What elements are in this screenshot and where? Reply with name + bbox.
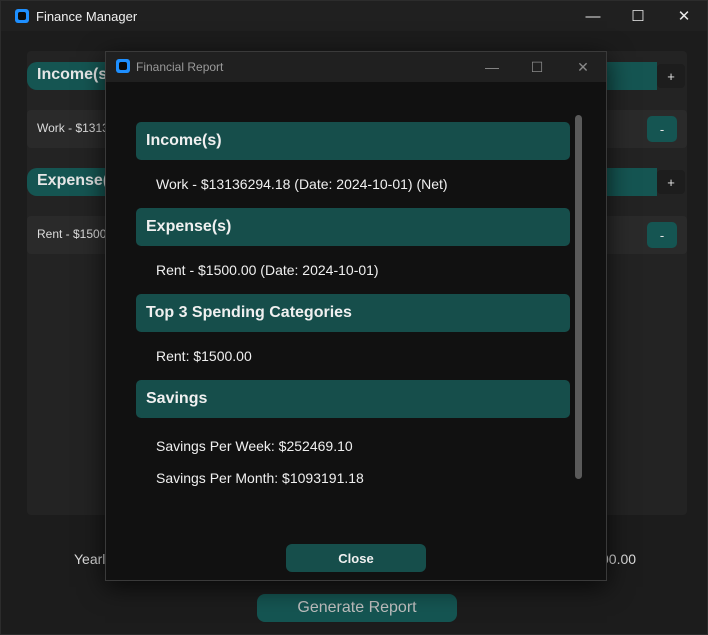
maximize-button[interactable]: ☐: [618, 1, 658, 31]
report-income-line: Work - $13136294.18 (Date: 2024-10-01) (…: [156, 176, 448, 192]
report-close-button[interactable]: ✕: [563, 52, 603, 82]
report-window-title: Financial Report: [136, 60, 224, 74]
report-income-title: Income(s): [146, 132, 222, 149]
report-top-spending-title: Top 3 Spending Categories: [146, 304, 352, 321]
report-close-action-button[interactable]: Close: [286, 544, 426, 572]
report-top-spending-header: Top 3 Spending Categories: [136, 294, 570, 332]
minimize-button[interactable]: —: [573, 1, 613, 31]
report-scrollbar[interactable]: [575, 115, 583, 479]
report-savings-header: Savings: [136, 380, 570, 418]
report-savings-month-line: Savings Per Month: $1093191.18: [156, 470, 364, 486]
report-savings-title: Savings: [146, 390, 208, 407]
report-app-icon: [116, 59, 130, 73]
report-maximize-button[interactable]: ☐: [517, 52, 557, 82]
expense-section-title: Expense(: [37, 172, 109, 189]
report-expense-header: Expense(s): [136, 208, 570, 246]
report-savings-week-line: Savings Per Week: $252469.10: [156, 438, 353, 454]
remove-income-button[interactable]: -: [647, 116, 677, 142]
add-income-button[interactable]: +: [657, 64, 685, 88]
report-titlebar[interactable]: Financial Report — ☐ ✕: [106, 52, 606, 82]
report-expense-line: Rent - $1500.00 (Date: 2024-10-01): [156, 262, 379, 278]
yearly-label: Yearl: [74, 551, 106, 567]
report-expense-title: Expense(s): [146, 218, 232, 235]
income-section-title: Income(s: [37, 66, 108, 83]
income-row-label: Work - $1313: [37, 121, 109, 135]
report-scrollbar-thumb[interactable]: [575, 115, 582, 479]
report-minimize-button[interactable]: —: [472, 52, 512, 82]
generate-report-button[interactable]: Generate Report: [257, 594, 457, 622]
report-income-header: Income(s): [136, 122, 570, 160]
financial-report-window: Financial Report — ☐ ✕ Income(s) Work - …: [105, 51, 607, 581]
window-title: Finance Manager: [36, 9, 138, 24]
app-icon: [15, 9, 29, 23]
main-titlebar[interactable]: Finance Manager — ☐ ✕: [1, 1, 707, 31]
close-button[interactable]: ✕: [664, 1, 704, 31]
expense-row-label: Rent - $1500: [37, 227, 107, 241]
report-top-spending-line: Rent: $1500.00: [156, 348, 252, 364]
add-expense-button[interactable]: +: [657, 170, 685, 194]
remove-expense-button[interactable]: -: [647, 222, 677, 248]
